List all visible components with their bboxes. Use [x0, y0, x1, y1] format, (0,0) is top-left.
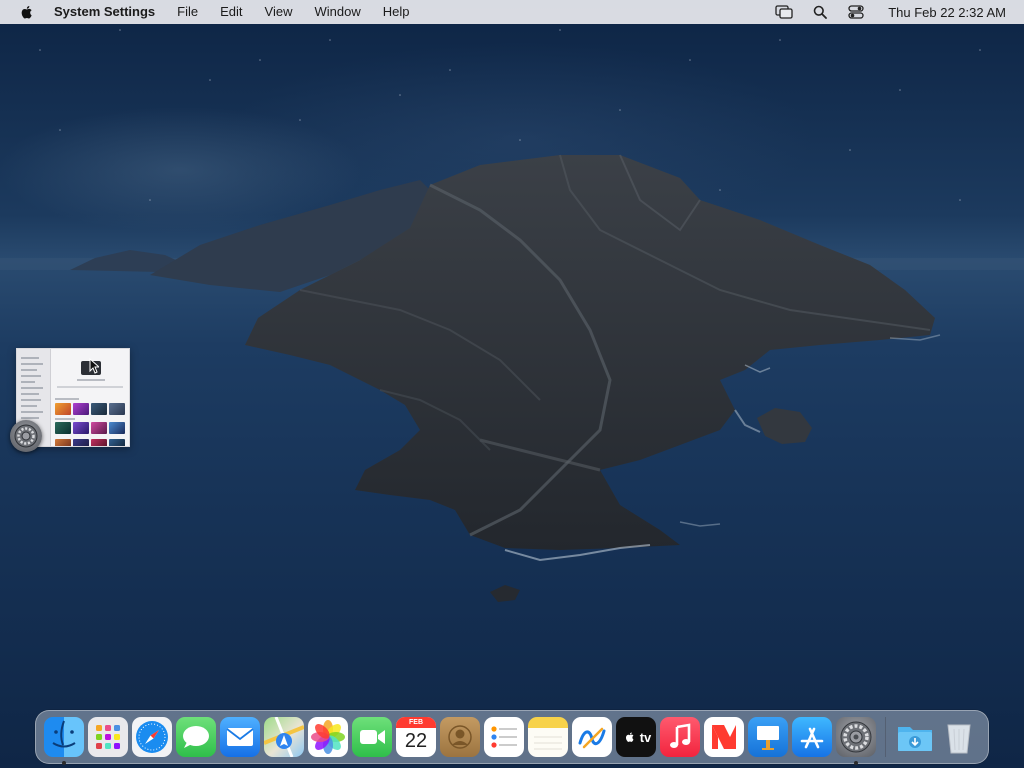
star	[719, 189, 721, 191]
messages-icon[interactable]	[176, 717, 216, 757]
star	[979, 49, 981, 51]
tv-icon[interactable]: tv	[616, 717, 656, 757]
star	[849, 149, 851, 151]
desktop-wallpaper	[0, 0, 1024, 768]
contacts-icon[interactable]	[440, 717, 480, 757]
calendar-month: FEB	[396, 717, 436, 728]
finder-icon[interactable]	[44, 717, 84, 757]
star	[779, 39, 781, 41]
trash-icon[interactable]	[939, 717, 979, 757]
menu-bar-clock[interactable]: Thu Feb 22 2:32 AM	[888, 5, 1006, 20]
star	[449, 69, 451, 71]
app-menu[interactable]: System Settings	[54, 0, 166, 24]
star	[399, 94, 401, 96]
star	[959, 199, 961, 201]
star	[299, 119, 301, 121]
launchpad-icon[interactable]	[88, 717, 128, 757]
dock-separator	[885, 717, 886, 757]
star	[559, 29, 561, 31]
control-center-icon[interactable]	[846, 4, 866, 20]
mail-icon[interactable]	[220, 717, 260, 757]
screen-mirroring-icon[interactable]	[774, 4, 794, 20]
star	[899, 89, 901, 91]
facetime-icon[interactable]	[352, 717, 392, 757]
maps-icon[interactable]	[264, 717, 304, 757]
safari-icon[interactable]	[132, 717, 172, 757]
keynote-icon[interactable]	[748, 717, 788, 757]
island-wallpaper-image	[0, 29, 1024, 602]
star	[39, 49, 41, 51]
file-menu[interactable]: File	[166, 0, 209, 24]
spotlight-search-icon[interactable]	[810, 4, 830, 20]
reminders-icon[interactable]	[484, 717, 524, 757]
news-icon[interactable]	[704, 717, 744, 757]
star	[519, 139, 521, 141]
dock: FEB 22 tv	[35, 710, 989, 765]
star	[209, 79, 211, 81]
star	[149, 199, 151, 201]
running-indicator	[62, 761, 66, 765]
star	[689, 59, 691, 61]
tv-label: tv	[639, 729, 652, 745]
star	[329, 39, 331, 41]
menu-bar: System Settings File Edit View Window He…	[0, 0, 1024, 24]
minimized-app-gear-icon	[10, 420, 42, 452]
freeform-icon[interactable]	[572, 717, 612, 757]
apple-menu-icon[interactable]	[18, 3, 36, 21]
help-menu[interactable]: Help	[372, 0, 421, 24]
calendar-day: 22	[404, 730, 428, 752]
downloads-folder-icon[interactable]	[895, 717, 935, 757]
window-menu[interactable]: Window	[303, 0, 371, 24]
photos-icon[interactable]	[308, 717, 348, 757]
star	[259, 59, 261, 61]
edit-menu[interactable]: Edit	[209, 0, 253, 24]
star	[119, 29, 121, 31]
view-menu[interactable]: View	[254, 0, 304, 24]
music-icon[interactable]	[660, 717, 700, 757]
running-indicator	[854, 761, 858, 765]
app-store-icon[interactable]	[792, 717, 832, 757]
gear-icon[interactable]	[836, 717, 876, 757]
star	[59, 129, 61, 131]
calendar-icon[interactable]: FEB 22	[396, 717, 436, 757]
mouse-pointer-icon	[89, 358, 99, 374]
star	[619, 109, 621, 111]
notes-icon[interactable]	[528, 717, 568, 757]
